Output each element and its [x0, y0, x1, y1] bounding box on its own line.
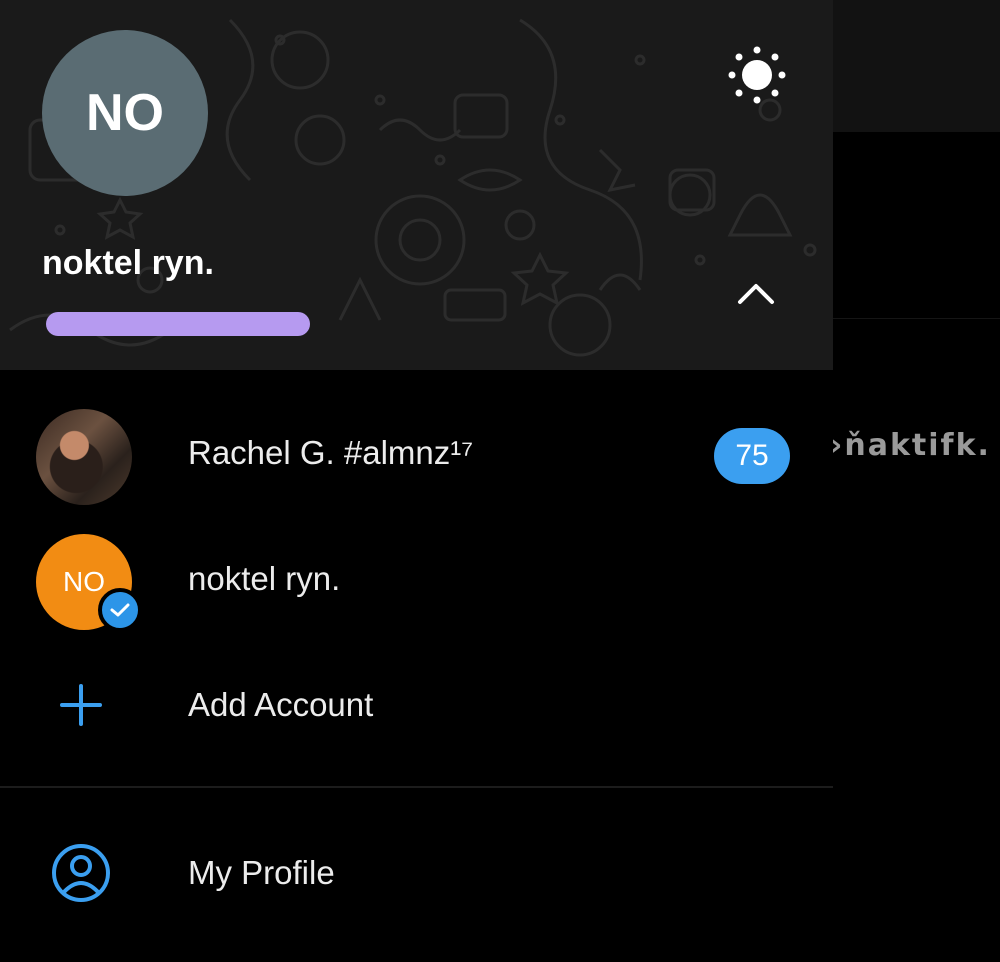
header-account-name: noktel ryn.: [42, 244, 214, 282]
add-account-label: Add Account: [188, 686, 374, 723]
account-name: noktel ryn.: [188, 560, 341, 597]
add-account-button[interactable]: Add Account: [0, 646, 833, 766]
account-name: Rachel G. #almnz¹⁷: [188, 434, 474, 471]
collapse-accounts-button[interactable]: [728, 268, 784, 318]
unread-count-badge: 75: [714, 428, 790, 484]
menu-item-label: My Profile: [188, 854, 335, 891]
sun-icon: [728, 46, 786, 104]
drawer-header: NO noktel ryn.: [0, 0, 833, 370]
menu-divider: [0, 786, 833, 788]
checkmark-icon: [110, 603, 130, 617]
user-circle-icon: [52, 844, 110, 902]
chevron-up-icon: [738, 284, 774, 304]
navigation-drawer: NO noktel ryn. Rachel G. #almnz¹⁷ 75 NO …: [0, 0, 833, 962]
background-chat-text[interactable]: ›ňaktifk.: [830, 428, 991, 463]
menu-item-my-profile[interactable]: My Profile: [0, 814, 833, 934]
theme-toggle-button[interactable]: [722, 44, 792, 106]
plus-icon: [60, 684, 102, 726]
background-divider: [833, 318, 1000, 319]
background-toolbar: [833, 0, 1000, 132]
account-avatar-photo: [36, 409, 132, 505]
app-screen: ›ňaktifk. NO noktel ryn. Rachel G. #almn…: [0, 0, 1000, 962]
header-avatar[interactable]: NO: [42, 30, 208, 196]
account-row-rachel[interactable]: Rachel G. #almnz¹⁷: [0, 394, 833, 514]
redaction-mark: [46, 312, 310, 336]
verified-badge: [98, 588, 142, 632]
